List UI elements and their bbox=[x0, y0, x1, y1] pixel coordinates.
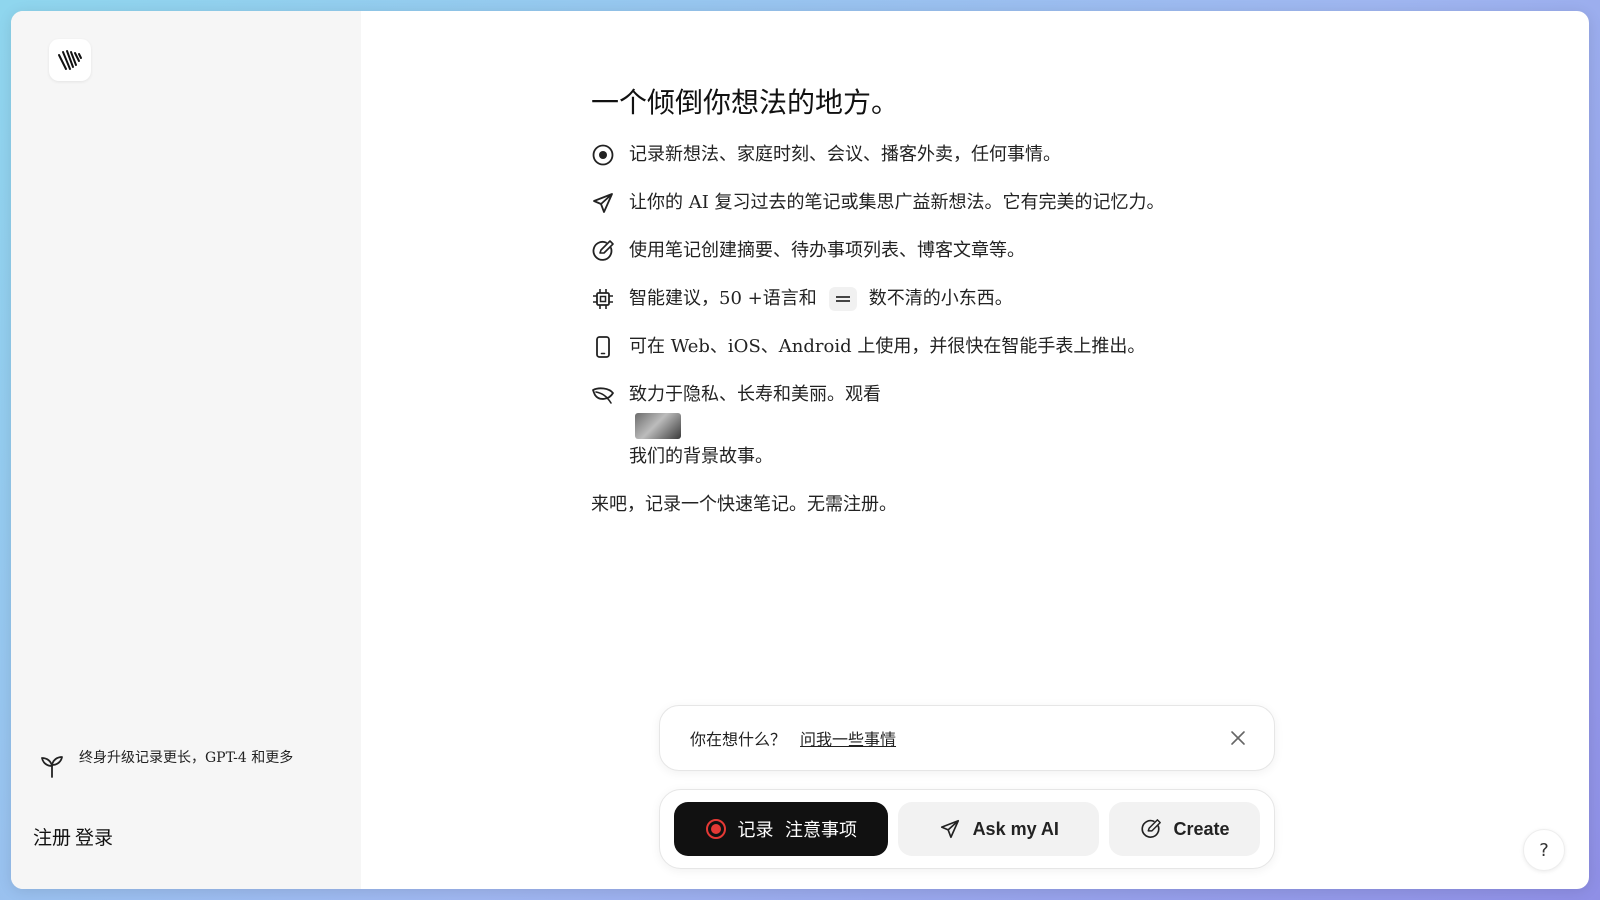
feature-text: 致力于隐私、长寿和美丽。观看 bbox=[629, 384, 881, 405]
close-icon[interactable] bbox=[1228, 728, 1248, 748]
sprout-icon bbox=[41, 756, 63, 778]
feature-item: 使用笔记创建摘要、待办事项列表、博客文章等。 bbox=[591, 237, 1311, 265]
feature-item: 致力于隐私、长寿和美丽。观看 我们的背景故事。 bbox=[591, 381, 1311, 471]
feature-text: 可在 Web、iOS、Android 上使用，并很快在智能手表上推出。 bbox=[629, 336, 1146, 357]
feature-text: 使用笔记创建摘要、待办事项列表、博客文章等。 bbox=[629, 240, 1025, 261]
app-window: 终身升级记录更长，GPT-4 和更多 注册 登录 一个倾倒你想法的地方。 记录新… bbox=[11, 11, 1589, 889]
feature-text: 我们的背景故事。 bbox=[629, 446, 773, 467]
prompt-card: 你在想什么？ 问我一些事情 bbox=[659, 705, 1275, 771]
feature-text: 记录新想法、家庭时刻、会议、播客外卖，任何事情。 bbox=[629, 144, 1061, 165]
upgrade-banner[interactable]: 终身升级记录更长，GPT-4 和更多 bbox=[39, 749, 329, 779]
waveform-logo-icon[interactable] bbox=[49, 39, 91, 81]
create-label: Create bbox=[1173, 818, 1230, 839]
send-icon bbox=[940, 819, 959, 839]
record-dot-icon bbox=[705, 819, 726, 839]
video-thumbnail[interactable] bbox=[635, 413, 681, 439]
sidebar: 终身升级记录更长，GPT-4 和更多 注册 登录 bbox=[11, 11, 361, 889]
leaf-icon bbox=[592, 387, 614, 404]
edit-circle-icon bbox=[1140, 819, 1161, 838]
ask-ai-label: Ask my AI bbox=[972, 818, 1059, 839]
edit-circle-icon bbox=[592, 240, 614, 261]
sticker-image bbox=[828, 287, 857, 311]
feature-text: 数不清的小东西。 bbox=[868, 288, 1013, 309]
ask-ai-button[interactable]: Ask my AI bbox=[898, 802, 1100, 856]
feature-item: 记录新想法、家庭时刻、会议、播客外卖，任何事情。 bbox=[591, 141, 1311, 169]
phone-icon bbox=[596, 336, 610, 358]
create-button[interactable]: Create bbox=[1109, 802, 1260, 856]
main-content: 一个倾倒你想法的地方。 记录新想法、家庭时刻、会议、播客外卖，任何事情。 让你的… bbox=[591, 83, 1311, 519]
feature-item: 可在 Web、iOS、Android 上使用，并很快在智能手表上推出。 bbox=[591, 333, 1311, 361]
cta-text: 来吧，记录一个快速笔记。无需注册。 bbox=[591, 494, 897, 515]
chip-icon bbox=[593, 289, 613, 309]
prompt-question: 你在想什么？ bbox=[690, 730, 787, 749]
record-label: 记录 注意事项 bbox=[737, 820, 857, 841]
ask-link[interactable]: 问我一些事情 bbox=[800, 726, 896, 750]
upgrade-text: 终身升级记录更长，GPT-4 和更多 bbox=[79, 750, 294, 766]
auth-links: 注册 登录 bbox=[33, 823, 113, 850]
feature-item: 让你的 AI 复习过去的笔记或集思广益新想法。它有完美的记忆力。 bbox=[591, 189, 1311, 217]
help-button[interactable]: ? bbox=[1523, 829, 1565, 871]
feature-item: 智能建议，50 +语言和 数不清的小东西。 bbox=[591, 285, 1311, 313]
page-title: 一个倾倒你想法的地方。 bbox=[591, 86, 900, 119]
login-link[interactable]: 登录 bbox=[75, 823, 113, 850]
send-icon bbox=[593, 193, 613, 213]
action-bar: 记录 注意事项 Ask my AI Create bbox=[659, 789, 1275, 869]
signup-link[interactable]: 注册 bbox=[33, 823, 71, 850]
feature-text: 让你的 AI 复习过去的笔记或集思广益新想法。它有完美的记忆力。 bbox=[629, 192, 1165, 213]
feature-text: 智能建议，50 +语言和 bbox=[629, 288, 817, 309]
record-button[interactable]: 记录 注意事项 bbox=[674, 802, 889, 856]
record-icon bbox=[592, 144, 614, 166]
